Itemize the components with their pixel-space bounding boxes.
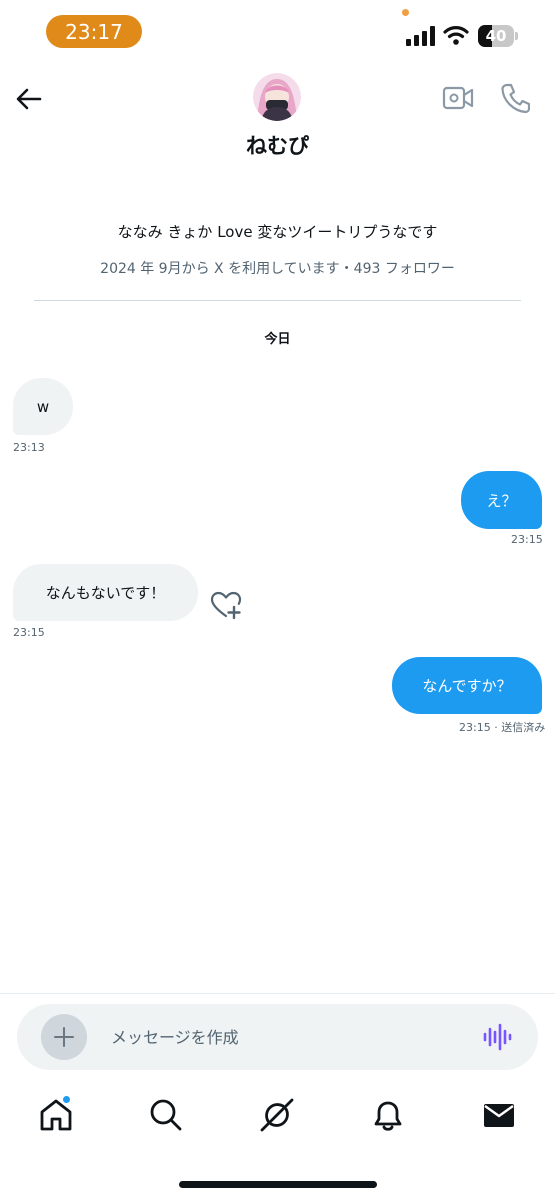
divider (34, 300, 521, 301)
message-timestamp: 23:15 · 送信済み (459, 721, 546, 734)
search-icon[interactable] (148, 1097, 184, 1133)
cellular-signal-icon (406, 26, 435, 46)
profile-name[interactable]: ねむぴ (0, 130, 555, 160)
voice-message-icon[interactable] (482, 1023, 512, 1051)
video-call-icon[interactable] (442, 83, 474, 113)
date-separator: 今日 (264, 332, 291, 347)
home-indicator (179, 1181, 377, 1188)
bell-icon[interactable] (370, 1097, 406, 1133)
status-time: 23:17 (46, 15, 142, 48)
message-input[interactable] (111, 1004, 451, 1070)
add-media-button[interactable] (41, 1014, 87, 1060)
plus-icon (54, 1027, 74, 1047)
wifi-icon (443, 26, 469, 45)
divider (0, 993, 555, 994)
grok-icon[interactable] (259, 1097, 295, 1133)
message-timestamp: 23:15 (13, 626, 45, 639)
battery-indicator: 40 (478, 25, 518, 47)
profile-meta: 2024 年 9月から X を利用しています・493 フォロワー (100, 261, 455, 277)
avatar[interactable] (253, 73, 301, 121)
profile-bio: ななみ きょか Love 変なツイートリプうなです (117, 223, 438, 241)
message-bubble-outgoing[interactable]: なんですか？ (392, 657, 542, 714)
message-composer (17, 1004, 538, 1070)
message-bubble-incoming[interactable]: w (13, 378, 73, 435)
back-arrow-icon[interactable] (14, 84, 44, 114)
phone-call-icon[interactable] (500, 82, 530, 114)
privacy-indicator-dot (402, 9, 409, 16)
message-timestamp: 23:15 (511, 533, 543, 546)
envelope-icon[interactable] (481, 1097, 517, 1133)
message-timestamp: 23:13 (13, 441, 45, 454)
message-bubble-outgoing[interactable]: え？ (461, 471, 542, 529)
message-bubble-incoming[interactable]: なんもないです！ (13, 564, 198, 621)
battery-percentage: 40 (485, 27, 507, 45)
notification-dot (62, 1095, 71, 1104)
heart-plus-icon[interactable] (210, 590, 242, 620)
